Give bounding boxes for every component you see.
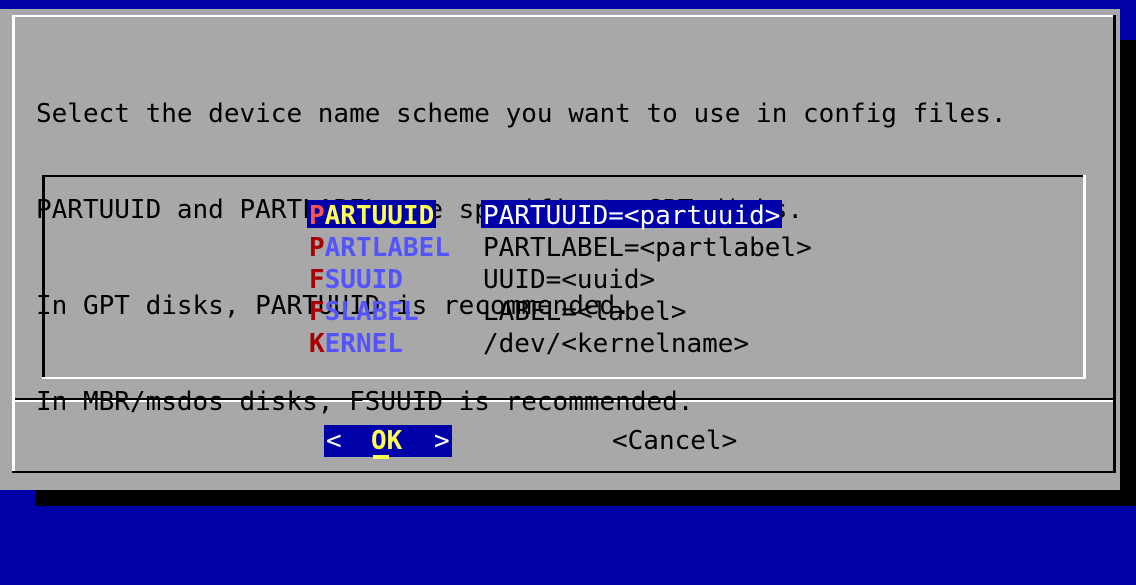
menu-item-tag-text: ERNEL — [324, 329, 403, 359]
ok-button[interactable]: < OK > — [324, 425, 452, 459]
ok-button-right-bracket: > — [434, 426, 450, 456]
ok-hotkey-cursor — [373, 455, 389, 459]
menu-item-hotkey: F — [309, 297, 325, 327]
menu-item-description: PARTLABEL=<partlabel> — [483, 233, 812, 263]
menu-item-hotkey: P — [309, 201, 325, 231]
menu-item-partuuid[interactable]: PARTUUID PARTUUID=<partuuid> — [307, 200, 783, 232]
dialog-shadow-bottom — [36, 490, 1136, 506]
menu-item-hotkey: F — [309, 265, 325, 295]
menu-item-tag-text: ARTUUID — [324, 201, 435, 231]
menu-item-hotkey: P — [309, 233, 325, 263]
prompt-line: In MBR/msdos disks, FSUUID is recommende… — [36, 387, 694, 417]
menu-item-hotkey: K — [309, 329, 325, 359]
menu-item-description: LABEL=<label> — [483, 297, 687, 327]
menu-item-description: PARTUUID=<partuuid> — [481, 200, 783, 231]
menu-item-tag-text: SUUID — [324, 265, 403, 295]
menu-item-tag: FSLABEL — [307, 296, 421, 327]
prompt-line: Select the device name scheme you want t… — [36, 99, 1007, 129]
menu-item-tag: FSUUID — [307, 264, 405, 295]
menu-item-tag: KERNEL — [307, 328, 405, 359]
menu-item-tag: PARTLABEL — [307, 232, 452, 263]
cancel-button[interactable]: <Cancel> — [612, 425, 737, 457]
menu-item-tag-text: SLABEL — [324, 297, 419, 327]
menu-item-tag-text: ARTLABEL — [324, 233, 450, 263]
dialog-shadow-right — [1120, 40, 1136, 506]
ok-button-label: OK — [371, 426, 403, 456]
menu-item-kernel[interactable]: KERNEL /dev/<kernelname> — [307, 328, 749, 360]
menu-item-description: UUID=<uuid> — [483, 265, 656, 295]
menu-item-fslabel[interactable]: FSLABEL LABEL=<label> — [307, 296, 687, 328]
menu-item-fsuuid[interactable]: FSUUID UUID=<uuid> — [307, 264, 655, 296]
ok-button-left-bracket: < — [326, 426, 342, 456]
menu-item-description: /dev/<kernelname> — [483, 329, 750, 359]
menu-item-partlabel[interactable]: PARTLABEL PARTLABEL=<partlabel> — [307, 232, 812, 264]
menu-item-tag: PARTUUID — [307, 200, 437, 231]
